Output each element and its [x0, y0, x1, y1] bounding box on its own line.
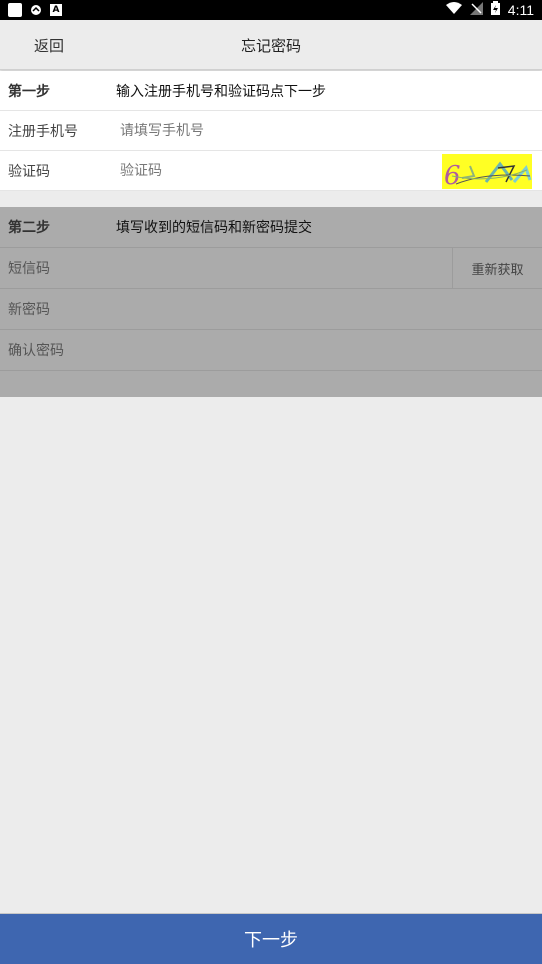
notification-icon	[30, 4, 42, 16]
code-input[interactable]	[112, 152, 432, 190]
step1-section: 第一步 输入注册手机号和验证码点下一步 注册手机号 验证码 6	[0, 71, 542, 191]
sms-row: 短信码 重新获取	[0, 248, 542, 289]
captcha-image[interactable]: 6	[442, 154, 532, 189]
step1-header-row: 第一步 输入注册手机号和验证码点下一步	[0, 71, 542, 111]
phone-label: 注册手机号	[8, 123, 78, 140]
new-password-label: 新密码	[8, 302, 50, 318]
sms-label: 短信码	[8, 261, 50, 277]
step2-label: 第二步	[8, 220, 50, 236]
new-password-row: 新密码	[0, 289, 542, 330]
signal-icon	[469, 1, 483, 19]
header-bar: 返回 忘记密码	[0, 20, 542, 70]
status-bar: A 4:11	[0, 0, 542, 20]
step1-label: 第一步	[8, 83, 50, 100]
page-title: 忘记密码	[240, 37, 301, 55]
status-time: 4:11	[507, 2, 534, 18]
captcha-text: 6	[444, 161, 461, 189]
resend-button[interactable]: 重新获取	[452, 248, 542, 288]
step2-header-row: 第二步 填写收到的短信码和新密码提交	[0, 207, 542, 248]
step2-section: 第二步 填写收到的短信码和新密码提交 短信码 重新获取 新密码 确认密码	[0, 207, 542, 397]
battery-icon	[490, 1, 500, 19]
code-label: 验证码	[8, 163, 50, 180]
app-icon	[8, 3, 22, 17]
wifi-icon	[445, 2, 462, 18]
phone-input[interactable]	[112, 112, 542, 150]
phone-row: 注册手机号	[0, 111, 542, 151]
confirm-password-label: 确认密码	[8, 343, 64, 359]
step2-description: 填写收到的短信码和新密码提交	[116, 220, 312, 236]
confirm-password-row: 确认密码	[0, 330, 542, 371]
a-icon: A	[50, 4, 62, 16]
step1-description: 输入注册手机号和验证码点下一步	[116, 83, 326, 100]
code-row: 验证码 6	[0, 151, 542, 191]
next-step-button[interactable]: 下一步	[0, 913, 542, 964]
